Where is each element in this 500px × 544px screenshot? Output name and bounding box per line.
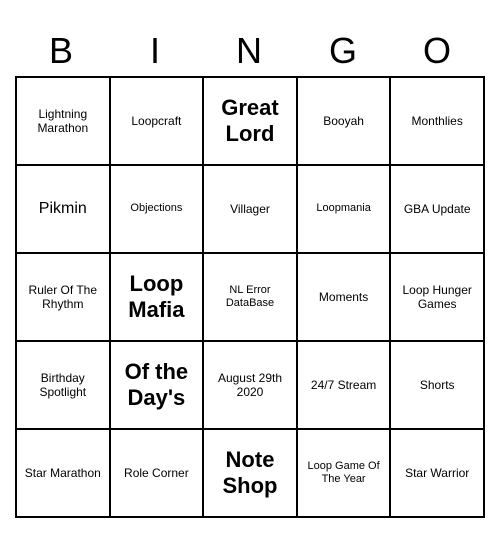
bingo-cell: Star Marathon [17, 430, 111, 518]
header-letter: I [109, 26, 203, 76]
cell-text: Role Corner [124, 466, 189, 480]
cell-text: Objections [130, 202, 182, 215]
bingo-cell: Star Warrior [391, 430, 485, 518]
bingo-cell: Objections [111, 166, 205, 254]
bingo-cell: Loopmania [298, 166, 392, 254]
cell-text: Loop Hunger Games [395, 283, 479, 312]
bingo-card: BINGO Lightning Marathon Loopcraft Great L… [15, 26, 485, 518]
bingo-cell: Ruler Of The Rhythm [17, 254, 111, 342]
bingo-cell: Shorts [391, 342, 485, 430]
cell-text: Loopmania [316, 202, 370, 215]
bingo-cell: Loop Mafia [111, 254, 205, 342]
header-letter: B [15, 26, 109, 76]
cell-text: Loop Mafia [115, 271, 199, 324]
cell-text: Villager [230, 202, 270, 216]
bingo-header: BINGO [15, 26, 485, 76]
cell-text: Ruler Of The Rhythm [21, 283, 105, 312]
cell-text: Loop Game Of The Year [302, 460, 386, 486]
cell-text: GBA Update [404, 202, 471, 216]
cell-text: Pikmin [39, 199, 87, 218]
bingo-cell: Loopcraft [111, 78, 205, 166]
cell-text: Star Warrior [405, 466, 469, 480]
bingo-cell: Note Shop [204, 430, 298, 518]
bingo-cell: Role Corner [111, 430, 205, 518]
cell-text: Loopcraft [131, 114, 181, 128]
bingo-grid: Lightning Marathon Loopcraft Great Lord Boo… [15, 76, 485, 518]
header-letter: O [391, 26, 485, 76]
bingo-cell: 24/7 Stream [298, 342, 392, 430]
cell-text: Great Lord [208, 95, 292, 148]
cell-text: Monthlies [412, 114, 463, 128]
cell-text: Lightning Marathon [21, 107, 105, 136]
cell-text: NL Error DataBase [208, 284, 292, 310]
bingo-cell: Lightning Marathon [17, 78, 111, 166]
cell-text: Note Shop [208, 447, 292, 500]
bingo-cell: GBA Update [391, 166, 485, 254]
bingo-cell: Booyah [298, 78, 392, 166]
bingo-cell: Villager [204, 166, 298, 254]
cell-text: August 29th 2020 [208, 371, 292, 400]
header-letter: N [203, 26, 297, 76]
cell-text: Of the Day's [115, 359, 199, 412]
bingo-cell: Moments [298, 254, 392, 342]
cell-text: Shorts [420, 378, 455, 392]
bingo-cell: Monthlies [391, 78, 485, 166]
bingo-cell: Great Lord [204, 78, 298, 166]
cell-text: Moments [319, 290, 368, 304]
bingo-cell: Pikmin [17, 166, 111, 254]
cell-text: Booyah [323, 114, 364, 128]
bingo-cell: Of the Day's [111, 342, 205, 430]
cell-text: 24/7 Stream [311, 378, 376, 392]
cell-text: Birthday Spotlight [21, 371, 105, 400]
bingo-cell: NL Error DataBase [204, 254, 298, 342]
header-letter: G [297, 26, 391, 76]
bingo-cell: Loop Hunger Games [391, 254, 485, 342]
bingo-cell: August 29th 2020 [204, 342, 298, 430]
bingo-cell: Birthday Spotlight [17, 342, 111, 430]
cell-text: Star Marathon [25, 466, 101, 480]
bingo-cell: Loop Game Of The Year [298, 430, 392, 518]
